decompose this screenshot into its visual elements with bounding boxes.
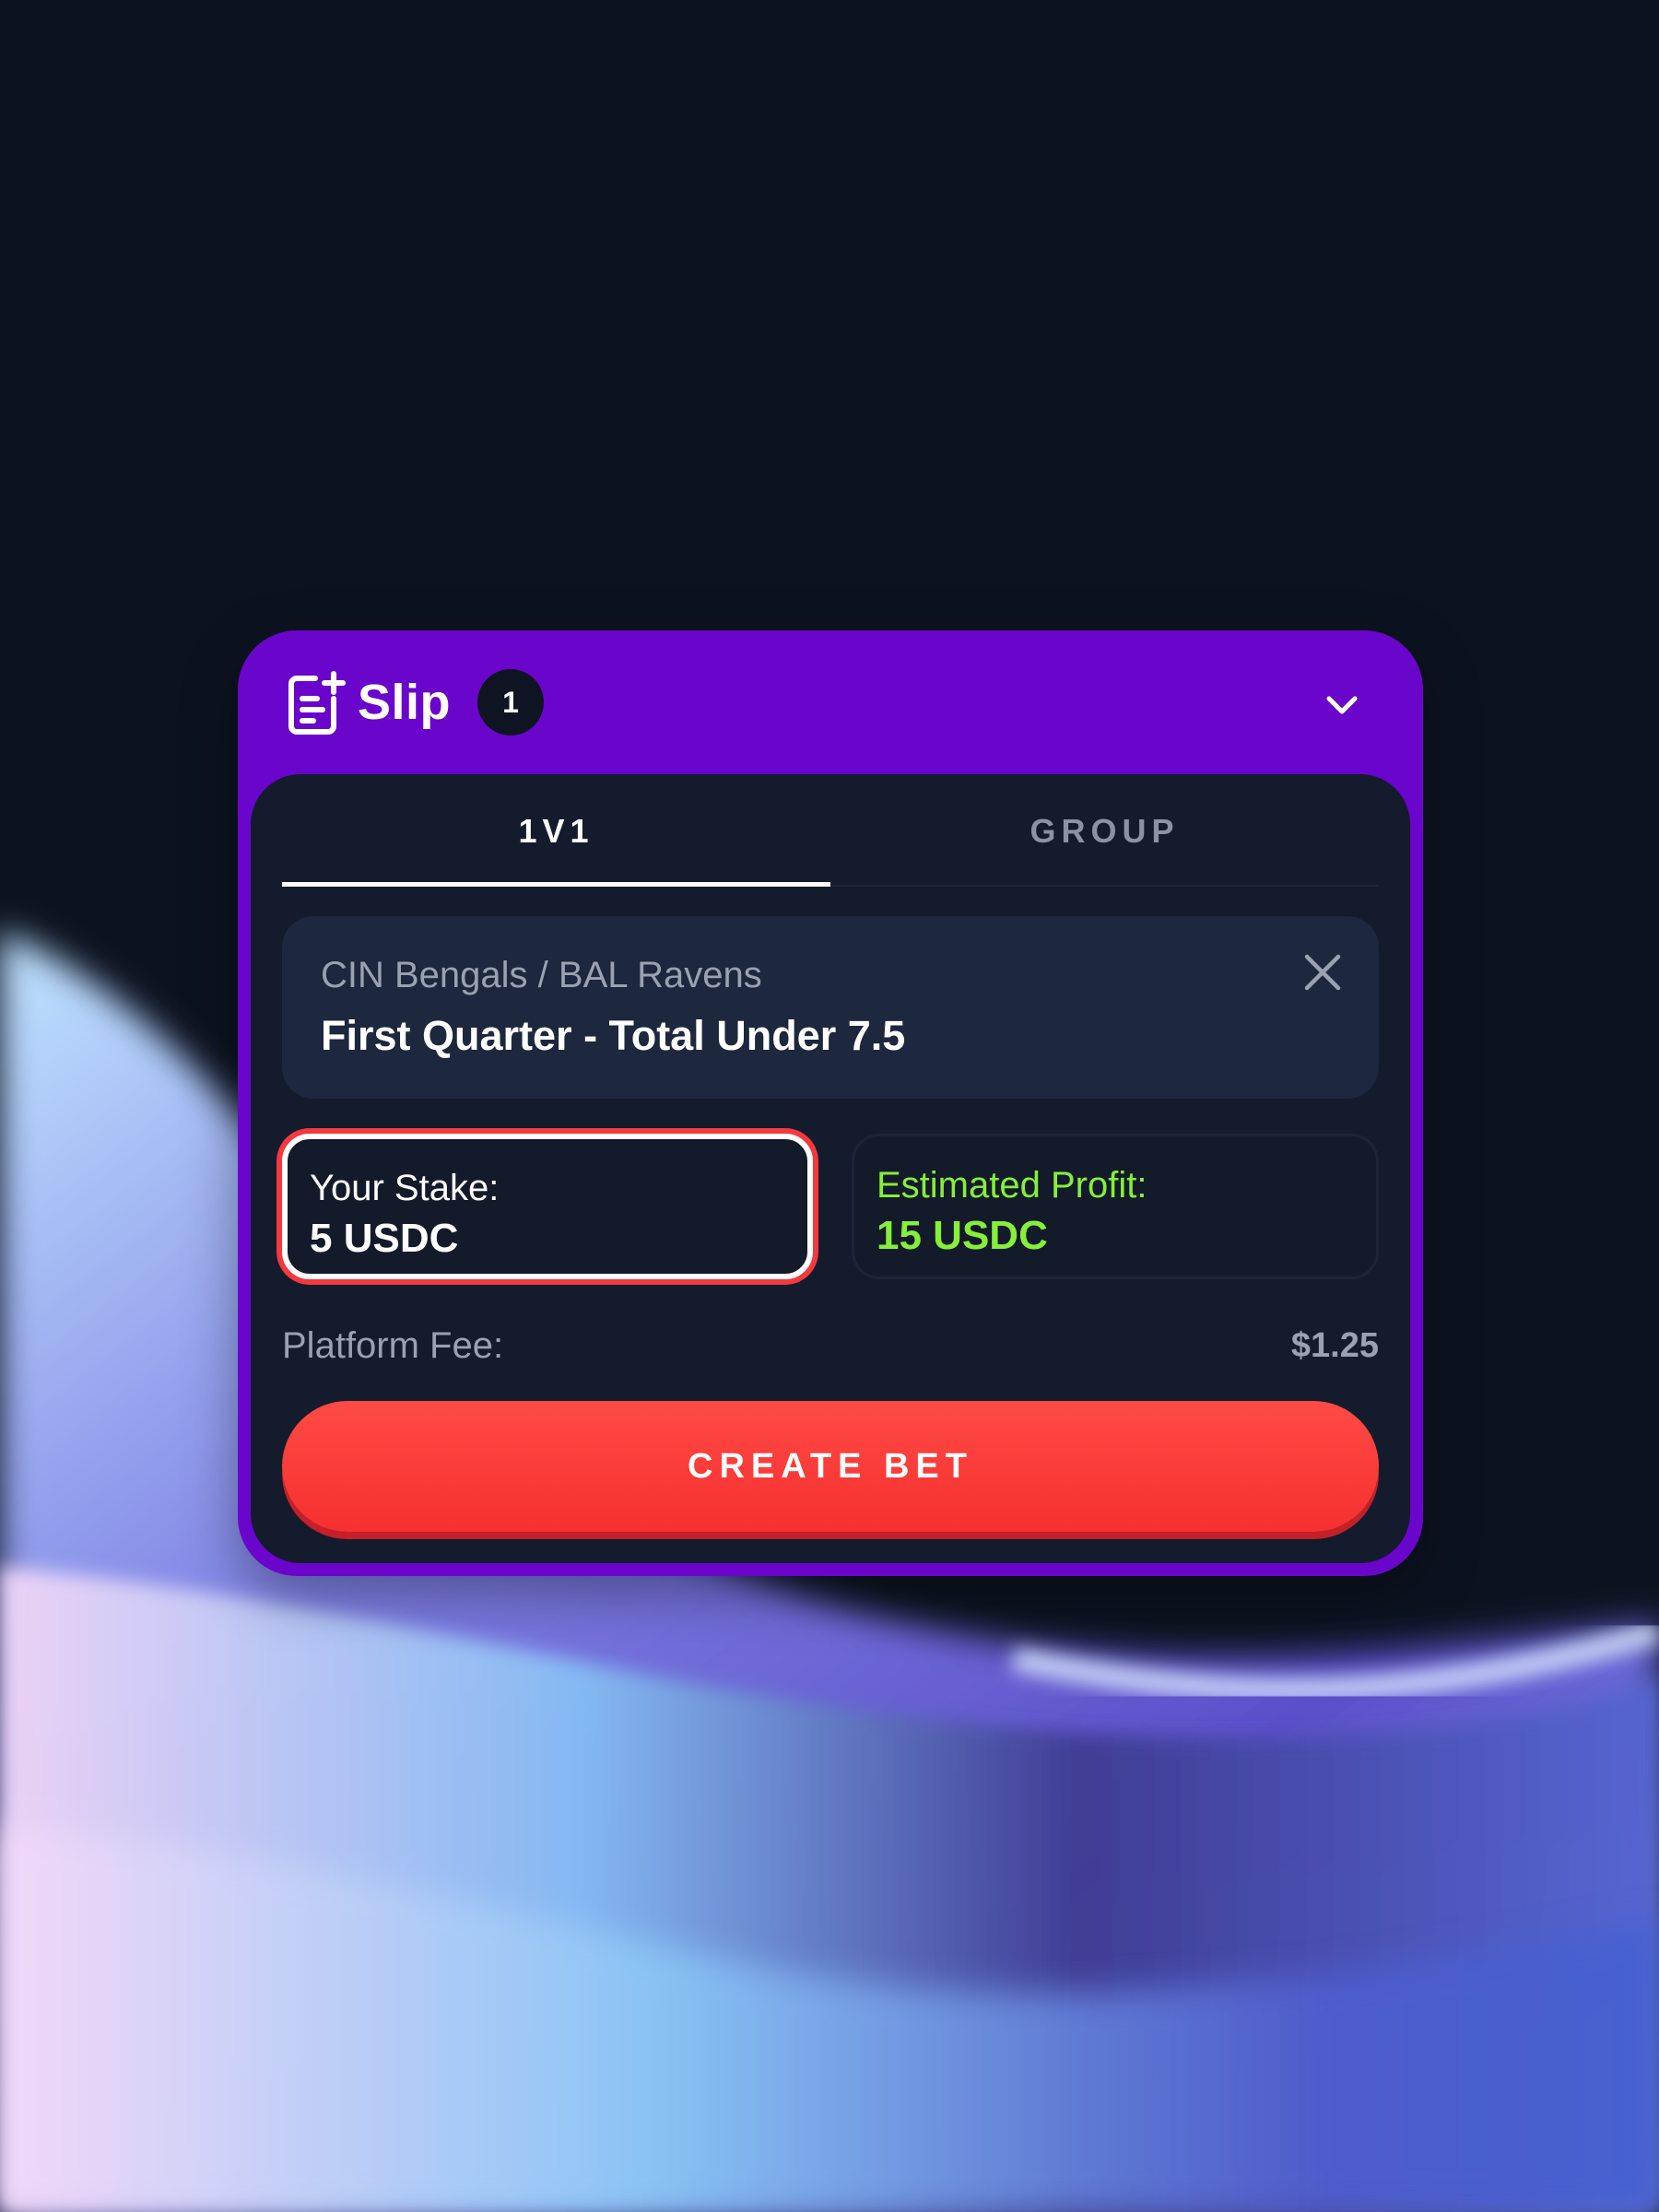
slip-title: Slip — [358, 675, 452, 730]
bet-type-tabs: 1V1 GROUP — [282, 774, 1379, 887]
stake-input[interactable]: Your Stake: 5 USDC — [282, 1134, 813, 1279]
chevron-down-icon[interactable] — [1316, 678, 1368, 730]
slip-body: 1V1 GROUP CIN Bengals / BAL Ravens First… — [251, 774, 1410, 1563]
profit-label: Estimated Profit: — [877, 1165, 1147, 1206]
slip-header[interactable]: Slip 1 — [238, 630, 1423, 772]
platform-fee-value: $1.25 — [1290, 1326, 1379, 1365]
tab-group[interactable]: GROUP — [830, 774, 1379, 885]
active-tab-indicator — [282, 882, 830, 887]
estimated-profit-box: Estimated Profit: 15 USDC — [852, 1134, 1379, 1279]
stake-value: 5 USDC — [310, 1216, 459, 1261]
bet-slip-panel: Slip 1 1V1 GROUP CIN Bengals / BAL Raven… — [238, 630, 1423, 1576]
close-icon[interactable] — [1301, 951, 1344, 994]
create-bet-button[interactable]: CREATE BET — [282, 1401, 1379, 1532]
tab-1v1[interactable]: 1V1 — [282, 774, 830, 885]
add-note-icon — [288, 671, 346, 735]
stake-label: Your Stake: — [310, 1168, 500, 1208]
profit-value: 15 USDC — [877, 1213, 1048, 1258]
slip-count-badge: 1 — [477, 669, 544, 735]
bet-selection-card: CIN Bengals / BAL Ravens First Quarter -… — [282, 916, 1379, 1099]
bet-matchup: CIN Bengals / BAL Ravens — [321, 955, 762, 995]
bet-selection: First Quarter - Total Under 7.5 — [321, 1012, 906, 1059]
platform-fee-label: Platform Fee: — [282, 1325, 504, 1366]
